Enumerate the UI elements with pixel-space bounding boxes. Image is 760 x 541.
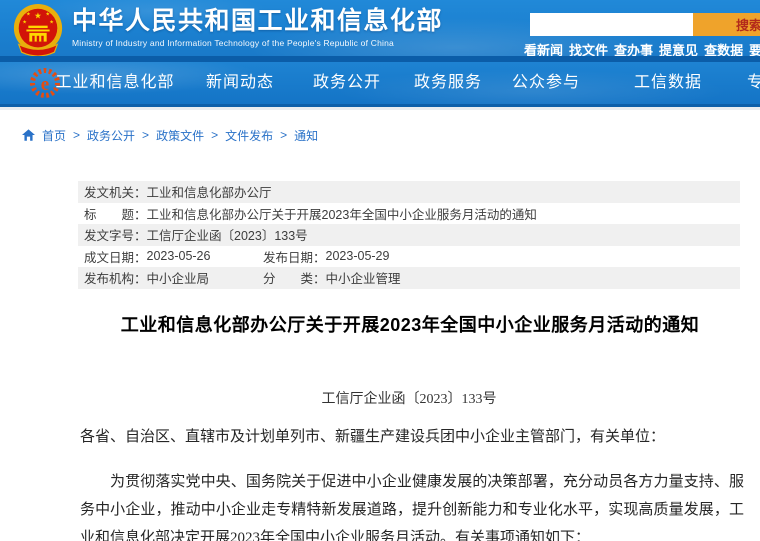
breadcrumb: 首页 > 政务公开 > 政策文件 > 文件发布 > 通知 — [22, 121, 318, 149]
meta-value: 工业和信息化部办公厅关于开展2023年全国中小企业服务月活动的通知 — [147, 204, 537, 223]
site-header: ★ ★ ★ ★ ★ 中华人民共和国工业和信息化部 Ministry of Ind… — [0, 0, 760, 56]
svg-text:★: ★ — [22, 19, 27, 25]
site-title: 中华人民共和国工业和信息化部 — [72, 7, 443, 35]
meta-value: 中小企业管理 — [326, 268, 401, 287]
meta-label: 发文机关： — [84, 182, 147, 201]
site-subtitle: Ministry of Industry and Information Tec… — [72, 38, 443, 48]
breadcrumb-separator: > — [73, 128, 80, 142]
page-title: 工业和信息化部办公厅关于开展2023年全国中小企业服务月活动的通知 — [60, 311, 760, 337]
nav-underline — [0, 107, 760, 110]
nav-item-participation[interactable]: 公众参与 — [512, 62, 580, 104]
national-emblem-icon: ★ ★ ★ ★ ★ — [12, 3, 64, 57]
body-paragraph: 为贯彻落实党中央、国务院关于促进中小企业健康发展的决策部署，充分动员各方力量支持… — [80, 468, 744, 541]
home-icon — [22, 129, 35, 141]
table-row: 成文日期： 2023-05-26 发布日期： 2023-05-29 — [78, 246, 740, 268]
svg-text:e: e — [41, 74, 49, 95]
meta-label: 发布日期： — [263, 247, 326, 266]
breadcrumb-gov-info[interactable]: 政务公开 — [87, 127, 135, 144]
document-body: 各省、自治区、直辖市及计划单列市、新疆生产建设兵团中小企业主管部门，有关单位： … — [80, 423, 744, 541]
meta-label: 成文日期： — [84, 247, 147, 266]
breadcrumb-separator: > — [280, 128, 287, 142]
nav-item-topics[interactable]: 专题 — [747, 62, 760, 104]
body-paragraph: 各省、自治区、直辖市及计划单列市、新疆生产建设兵团中小企业主管部门，有关单位： — [80, 423, 744, 451]
nav-item-gov-info[interactable]: 政务公开 — [313, 62, 381, 104]
meta-label: 标 题： — [84, 204, 147, 223]
site-title-block: 中华人民共和国工业和信息化部 Ministry of Industry and … — [72, 7, 443, 48]
nav-item-gov-services[interactable]: 政务服务 — [414, 62, 482, 104]
nav-item-miit[interactable]: 工业和信息化部 — [55, 62, 174, 104]
breadcrumb-policy-docs[interactable]: 政策文件 — [156, 127, 204, 144]
breadcrumb-notice[interactable]: 通知 — [294, 127, 318, 144]
table-row: 发文机关： 工业和信息化部办公厅 — [78, 181, 740, 203]
table-row: 发文字号： 工信厅企业函〔2023〕133号 — [78, 224, 740, 246]
meta-value: 2023-05-29 — [326, 249, 390, 263]
nav-item-data[interactable]: 工信数据 — [634, 62, 702, 104]
main-nav: e 工业和信息化部 新闻动态 政务公开 政务服务 公众参与 工信数据 专题 — [0, 62, 760, 104]
breadcrumb-separator: > — [142, 128, 149, 142]
meta-col2: 分 类： 中小企业管理 — [263, 267, 401, 289]
breadcrumb-home[interactable]: 首页 — [42, 127, 66, 144]
svg-text:★: ★ — [45, 12, 50, 18]
breadcrumb-doc-release[interactable]: 文件发布 — [225, 127, 273, 144]
document-number: 工信厅企业函〔2023〕133号 — [78, 388, 740, 408]
meta-value: 2023-05-26 — [147, 249, 211, 263]
meta-value: 工信厅企业函〔2023〕133号 — [147, 225, 308, 244]
meta-value: 工业和信息化部办公厅 — [147, 182, 272, 201]
table-row: 标 题： 工业和信息化部办公厅关于开展2023年全国中小企业服务月活动的通知 — [78, 203, 740, 225]
svg-text:★: ★ — [34, 10, 42, 20]
svg-text:★: ★ — [49, 19, 54, 25]
nav-item-news[interactable]: 新闻动态 — [206, 62, 274, 104]
page: ★ ★ ★ ★ ★ 中华人民共和国工业和信息化部 Ministry of Ind… — [0, 0, 760, 541]
breadcrumb-separator: > — [211, 128, 218, 142]
meta-col2: 发布日期： 2023-05-29 — [263, 246, 389, 268]
search-input[interactable] — [530, 13, 693, 36]
table-row: 发布机构： 中小企业局 分 类： 中小企业管理 — [78, 267, 740, 289]
search-button[interactable]: 搜索 — [693, 13, 760, 36]
meta-label: 发布机构： — [84, 268, 147, 287]
meta-label: 发文字号： — [84, 225, 147, 244]
document-meta-table: 发文机关： 工业和信息化部办公厅 标 题： 工业和信息化部办公厅关于开展2023… — [78, 181, 740, 289]
svg-text:★: ★ — [26, 12, 31, 18]
meta-label: 分 类： — [263, 268, 326, 287]
meta-value: 中小企业局 — [147, 268, 210, 287]
